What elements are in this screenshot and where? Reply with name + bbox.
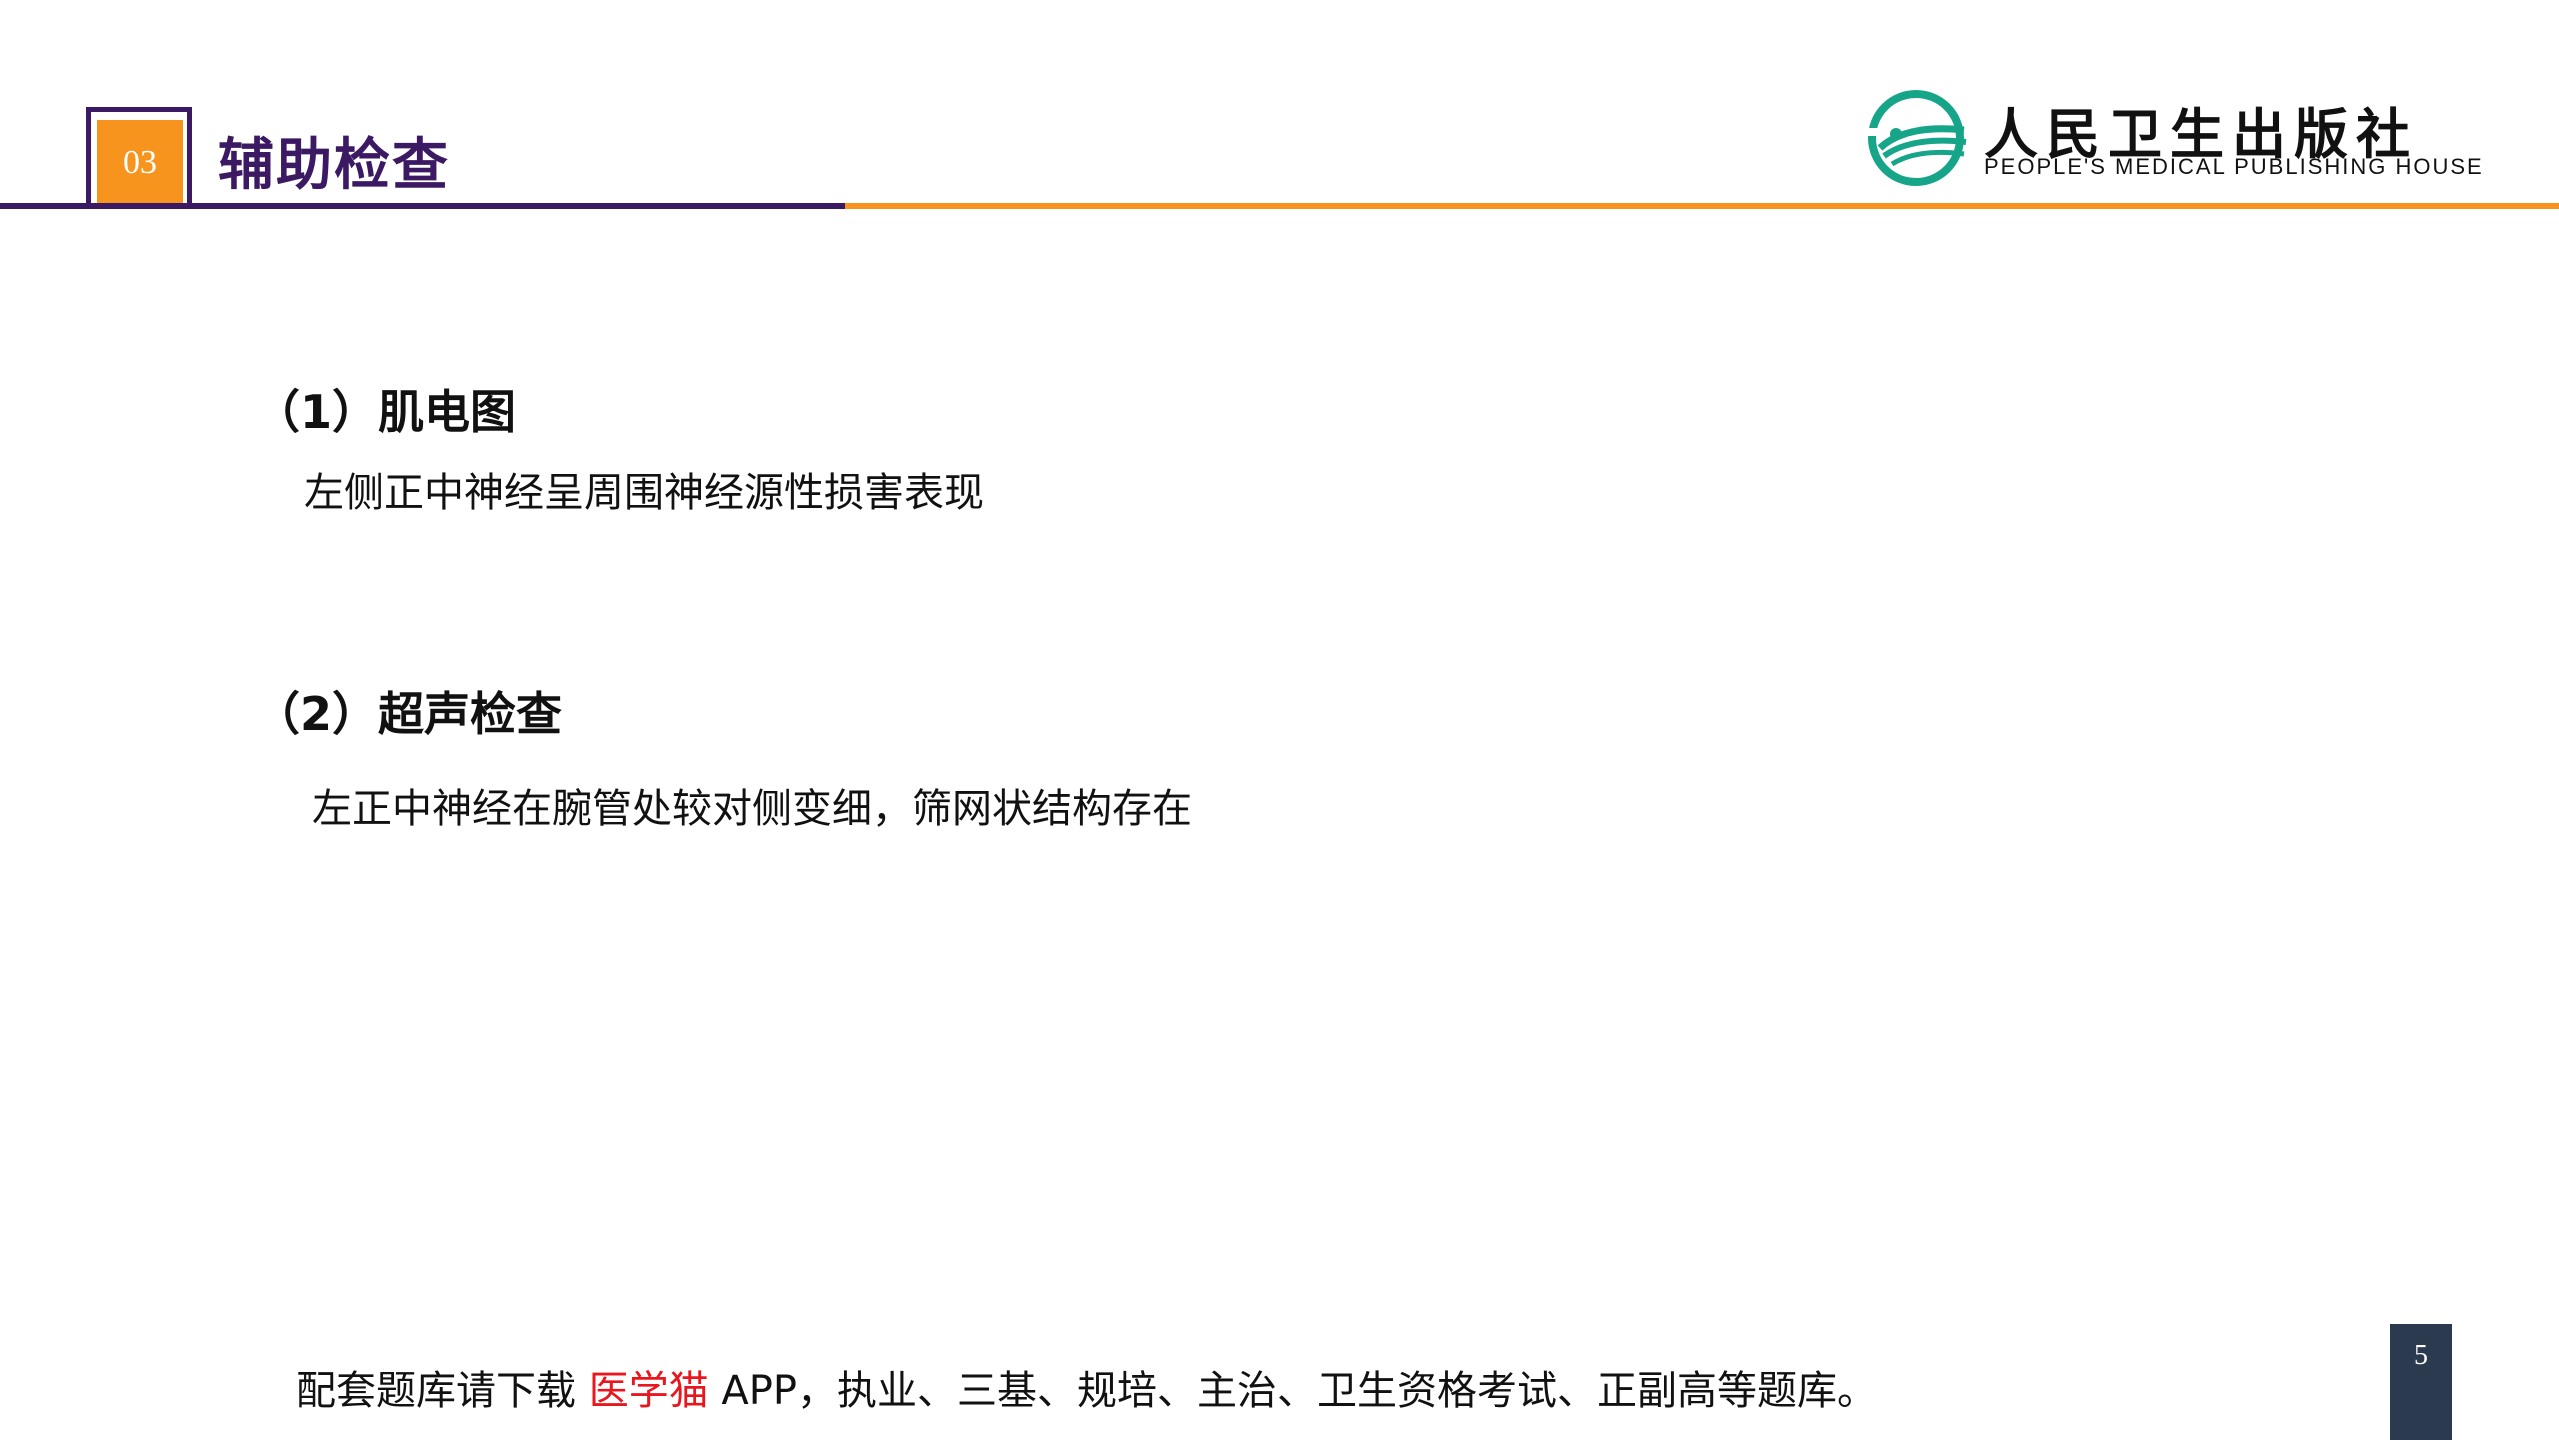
section-body-emg: 左侧正中神经呈周围神经源性损害表现 [304,470,984,516]
footer-note: 配套题库请下载 医学猫 APP，执业、三基、规培、主治、卫生资格考试、正副高等题… [296,1358,1877,1416]
page-title: 辅助检查 [218,133,450,198]
section-body-ultrasound: 左正中神经在腕管处较对侧变细，筛网状结构存在 [312,786,1192,832]
section-heading-ultrasound: （2）超声检查 [254,687,563,741]
header-rule-purple [0,203,845,209]
footer-prefix: 配套题库请下载 [296,1368,589,1414]
section-number-badge: 03 [97,120,183,206]
header-rule-orange [845,203,2559,209]
publisher-name-en: PEOPLE'S MEDICAL PUBLISHING HOUSE [1984,154,2484,179]
publisher-logo: 人民卫生出版社 PEOPLE'S MEDICAL PUBLISHING HOUS… [1866,88,2482,188]
footer-app-name: 医学猫 [588,1368,709,1414]
page-number: 5 [2390,1324,2452,1440]
section-heading-emg: （1）肌电图 [254,385,517,439]
footer-suffix: APP，执业、三基、规培、主治、卫生资格考试、正副高等题库。 [708,1368,1878,1414]
publisher-emblem-icon [1866,90,1967,186]
